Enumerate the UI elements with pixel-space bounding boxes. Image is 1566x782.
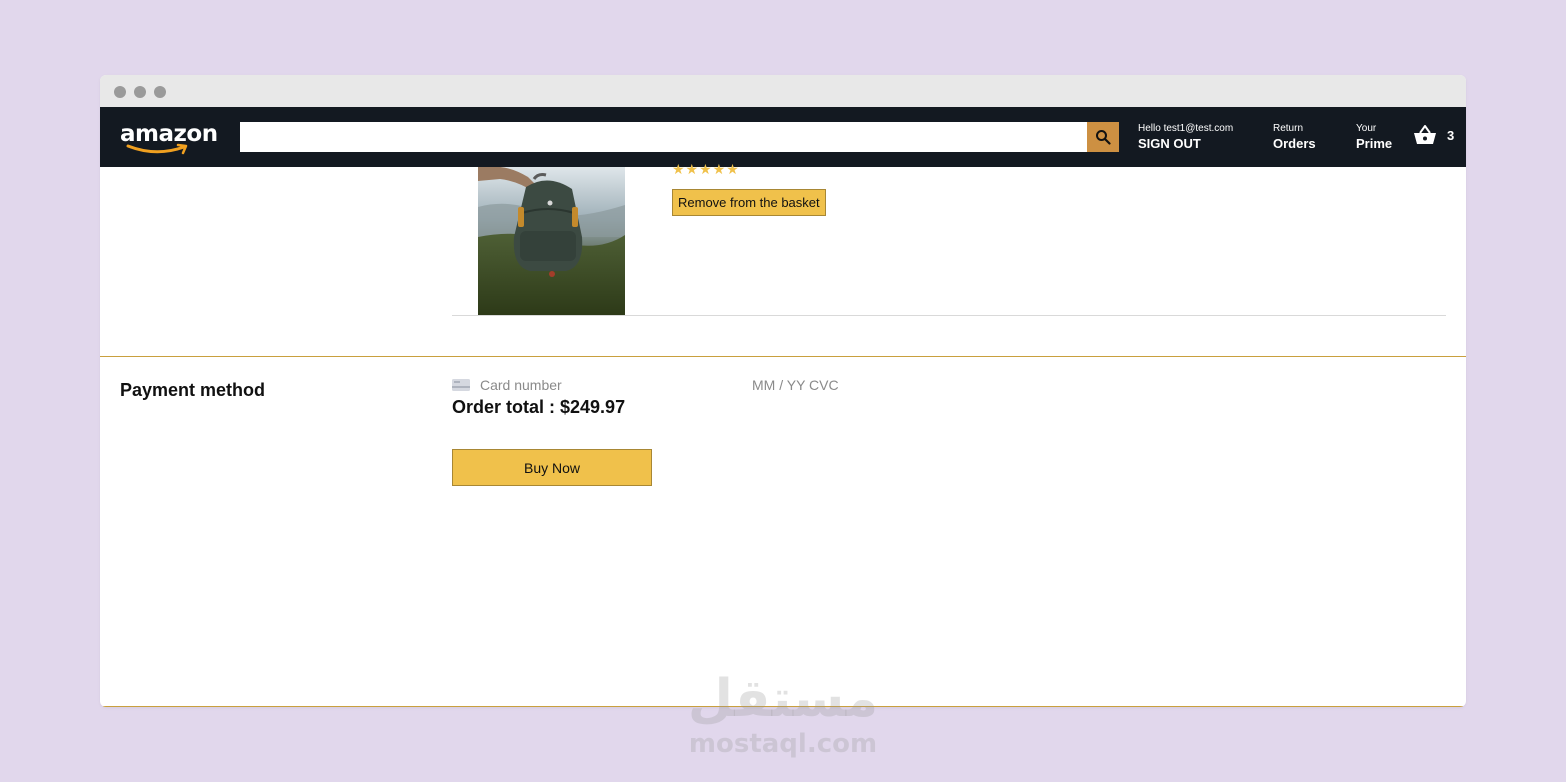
search-button[interactable] — [1087, 122, 1119, 152]
expiry-cvc-field[interactable]: MM / YY CVC — [752, 377, 839, 393]
remove-from-basket-button[interactable]: Remove from the basket — [672, 189, 826, 216]
nav-account[interactable]: Hello test1@test.com SIGN OUT — [1138, 123, 1233, 153]
product-rating: ★★★★★ — [672, 161, 740, 177]
payment-method-title: Payment method — [120, 380, 266, 400]
window-dot-close[interactable] — [114, 86, 126, 98]
basket-link[interactable]: 3 — [1413, 124, 1454, 146]
buy-now-button[interactable]: Buy Now — [452, 449, 652, 486]
window-title-bar — [100, 75, 1466, 107]
backpack-photo — [478, 167, 625, 315]
window-dot-maximize[interactable] — [154, 86, 166, 98]
credit-card-icon — [452, 379, 470, 391]
nav-prime[interactable]: Your Prime — [1356, 123, 1392, 153]
bottom-divider — [100, 706, 1466, 707]
basket-icon — [1414, 125, 1436, 144]
search-input[interactable] — [240, 122, 1087, 152]
card-number-field[interactable]: Card number — [480, 377, 562, 393]
nav-orders-label: Orders — [1273, 136, 1316, 151]
nav-account-sign-out: SIGN OUT — [1138, 136, 1201, 151]
nav-prime-label: Prime — [1356, 136, 1393, 151]
site-header: amazon Hello test1@test.com SIGN OUT Ret… — [100, 107, 1466, 167]
basket-count: 3 — [1447, 127, 1455, 143]
search-icon — [1096, 130, 1111, 145]
nav-your-label: Your — [1356, 123, 1377, 134]
browser-window: amazon Hello test1@test.com SIGN OUT Ret… — [100, 75, 1466, 707]
checkout-content: ★★★★★ Remove from the basket Payment met… — [100, 161, 1466, 707]
product-divider — [452, 315, 1446, 316]
amazon-logo[interactable]: amazon — [120, 121, 220, 157]
product-image-backpack — [478, 167, 625, 315]
nav-returns-orders[interactable]: Return Orders — [1273, 123, 1316, 153]
watermark-latin: mostaql.com — [688, 729, 878, 759]
logo-smile-icon — [126, 143, 188, 155]
window-dot-minimize[interactable] — [134, 86, 146, 98]
order-total: Order total : $249.97 — [452, 397, 626, 417]
nav-account-greeting: Hello test1@test.com — [1138, 123, 1234, 134]
nav-returns-label: Return — [1273, 123, 1304, 134]
section-divider — [100, 356, 1466, 357]
